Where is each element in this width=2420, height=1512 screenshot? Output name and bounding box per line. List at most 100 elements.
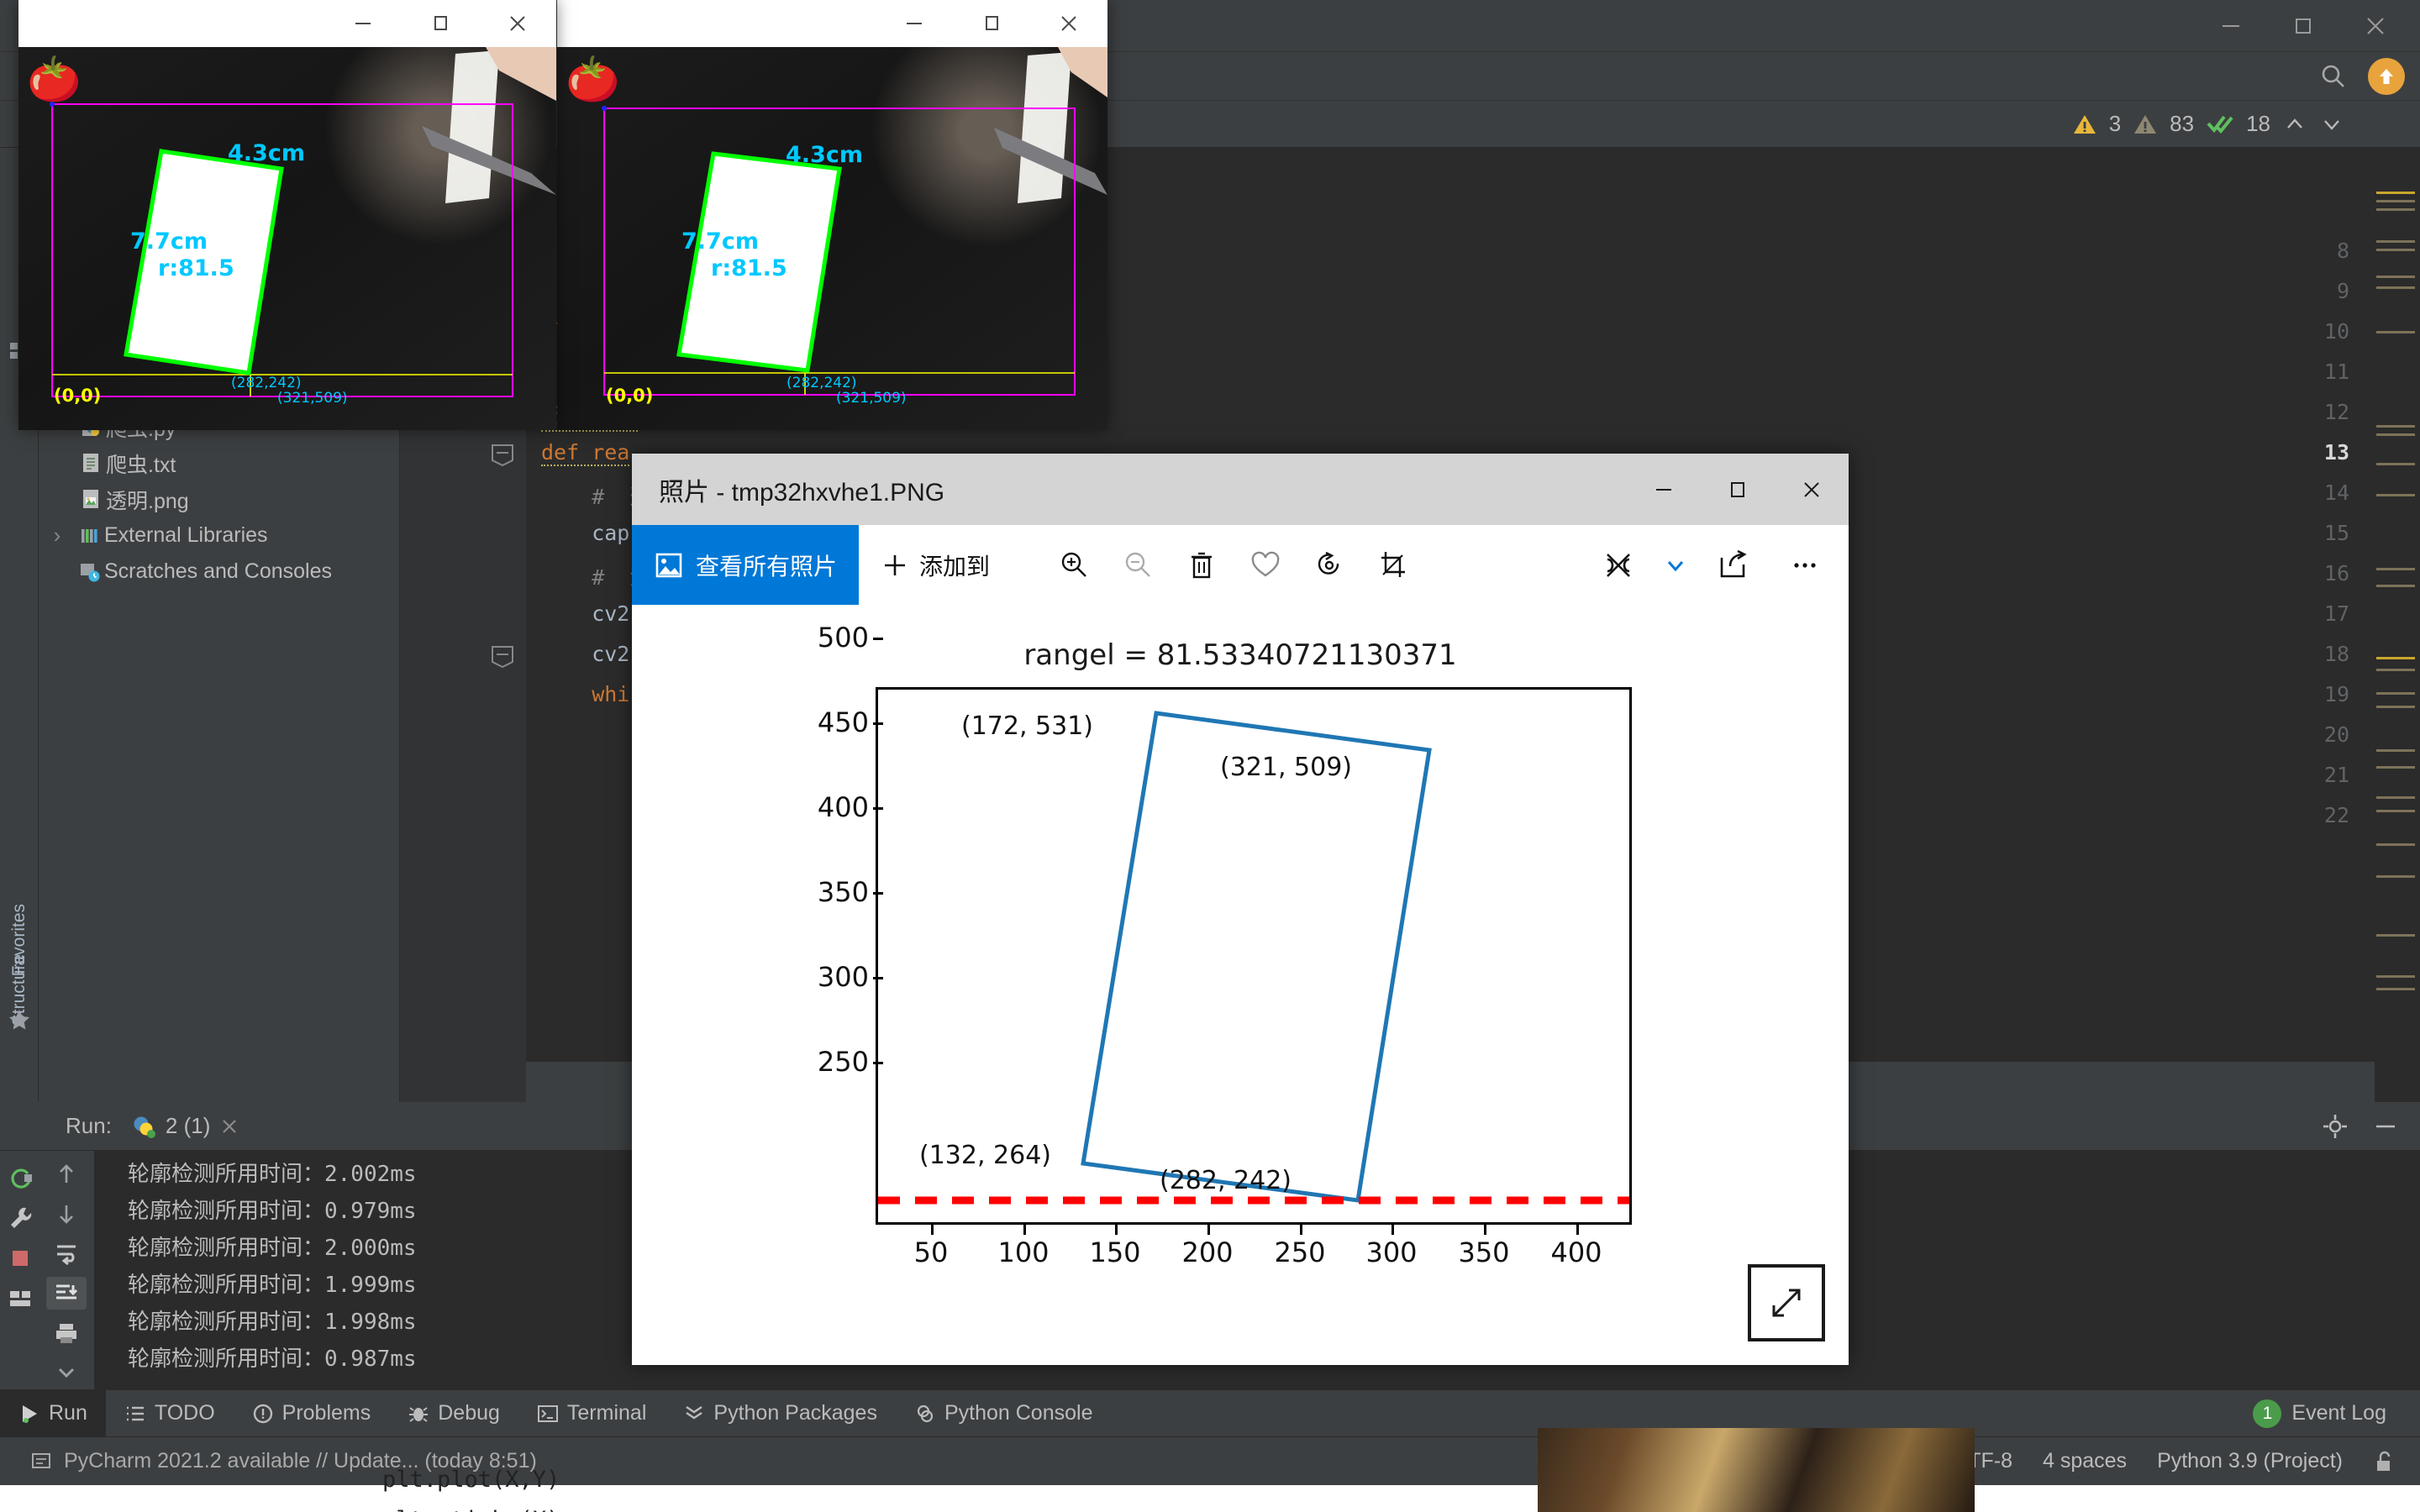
scroll-to-end-icon[interactable] <box>46 1277 87 1310</box>
view-all-photos-button[interactable]: 查看所有照片 <box>632 525 859 605</box>
delete-icon[interactable] <box>1170 533 1234 597</box>
hide-icon[interactable] <box>2371 1112 2400 1141</box>
expand-diagonal-icon[interactable] <box>1748 1264 1825 1341</box>
tool-button-run[interactable]: Run <box>0 1390 106 1437</box>
tool-button-todo[interactable]: TODO <box>106 1390 234 1437</box>
line-number: 11 <box>2324 360 2349 384</box>
lock-open-icon[interactable] <box>2373 1450 2395 1473</box>
tool-button-python-console[interactable]: Python Console <box>896 1390 1112 1437</box>
soft-wrap-icon[interactable] <box>46 1237 87 1270</box>
rail-favorites-label[interactable]: Favorites <box>9 904 29 976</box>
ide-maximize-button[interactable] <box>2267 0 2339 52</box>
down-arrow-icon[interactable] <box>46 1197 87 1230</box>
tree-item-scratches[interactable]: Scratches and Consoles <box>39 554 399 590</box>
plus-icon <box>881 551 909 580</box>
more-icon[interactable] <box>46 1357 87 1389</box>
svg-text:(321,509): (321,509) <box>836 390 907 407</box>
photos-app-window[interactable]: 照片 - tmp32hxvhe1.PNG 查 <box>632 454 1849 1365</box>
cv1-restore-button[interactable] <box>402 0 479 47</box>
favorite-icon[interactable] <box>1234 533 1297 597</box>
x-axis-tick-label: 400 <box>1550 1236 1602 1268</box>
zoom-in-icon[interactable] <box>1042 533 1106 597</box>
event-log-button[interactable]: 1 Event Log <box>2253 1399 2386 1428</box>
tree-item-label: 爬虫.txt <box>106 449 176 479</box>
fold-marker-icon[interactable] <box>491 444 514 467</box>
stop-icon[interactable] <box>0 1238 40 1278</box>
cv2-restore-button[interactable] <box>953 0 1030 47</box>
tool-button-python-packages[interactable]: Python Packages <box>665 1390 896 1437</box>
chevron-up-icon[interactable] <box>2282 112 2307 137</box>
rotate-icon[interactable] <box>1297 533 1361 597</box>
cv2-close-button[interactable] <box>1030 0 1107 47</box>
packages-icon <box>683 1403 705 1425</box>
ide-close-button[interactable] <box>2339 0 2412 52</box>
cv2-minimize-button[interactable] <box>876 0 953 47</box>
cv-window-2-image: 🍅 4.3cm 7.7cm r:81.5 (282,242) (321 <box>557 47 1107 430</box>
tool-button-label: Python Console <box>944 1401 1093 1425</box>
indent-setting[interactable]: 4 spaces <box>2043 1449 2127 1473</box>
cv-window-1[interactable]: 🍅 4.3cm 7.7cm r:81.5 (282,242) (321,509)… <box>18 0 556 430</box>
line-number: 21 <box>2324 763 2349 787</box>
bottom-tool-bar: Run TODO Problems Debug Terminal Python … <box>0 1389 2420 1436</box>
ide-minimize-button[interactable] <box>2195 0 2267 52</box>
line-number: 20 <box>2324 722 2349 747</box>
run-header-right <box>2321 1102 2400 1151</box>
x-axis-tick-label: 200 <box>1181 1236 1233 1268</box>
tree-item-6[interactable]: 爬虫.txt <box>39 445 399 481</box>
more-icon[interactable] <box>1773 533 1837 597</box>
search-icon[interactable] <box>2317 60 2349 92</box>
update-arrow-icon[interactable] <box>2368 58 2405 95</box>
python-interpreter[interactable]: Python 3.9 (Project) <box>2157 1449 2343 1473</box>
cv1-minimize-button[interactable] <box>324 0 402 47</box>
rerun-icon[interactable] <box>0 1158 40 1198</box>
chevron-down-icon[interactable] <box>1659 533 1692 597</box>
tool-button-terminal[interactable]: Terminal <box>518 1390 665 1437</box>
run-actions-toolbar <box>0 1151 39 1389</box>
tree-expand-arrow[interactable]: › <box>39 522 76 549</box>
cv1-close-button[interactable] <box>479 0 556 47</box>
code-line: whi <box>541 682 629 706</box>
matplotlib-chart: rangel = 81.53340721130371 250 300 350 4… <box>632 605 1849 1327</box>
line-number: 15 <box>2324 521 2349 545</box>
editor-scrollbar[interactable] <box>2375 148 2420 1102</box>
y-axis-tick-label: 300 <box>818 961 869 993</box>
tool-button-problems[interactable]: Problems <box>234 1390 390 1437</box>
chevron-down-icon[interactable] <box>2319 112 2344 137</box>
photos-minimize-button[interactable] <box>1627 454 1701 525</box>
line-number: 14 <box>2324 480 2349 505</box>
point-annotation: (132, 264) <box>919 1141 1051 1170</box>
up-arrow-icon[interactable] <box>46 1158 87 1190</box>
x-axis-tick-label: 300 <box>1365 1236 1417 1268</box>
tree-item-label: 透明.png <box>106 485 189 515</box>
line-number: 18 <box>2324 642 2349 666</box>
print-icon[interactable] <box>46 1316 87 1349</box>
add-to-button[interactable]: 添加到 <box>859 549 1012 582</box>
y-axis-tick-label: 500 <box>818 622 869 654</box>
cv-window-1-image: 🍅 4.3cm 7.7cm r:81.5 (282,242) (321,509)… <box>18 47 556 430</box>
svg-text:(282,242): (282,242) <box>231 375 302 391</box>
tree-item-7[interactable]: 透明.png <box>39 481 399 517</box>
run-label: Run: <box>66 1113 112 1139</box>
code-line: def rea <box>541 440 629 466</box>
gear-icon[interactable] <box>2321 1112 2349 1141</box>
line-number: 17 <box>2324 601 2349 626</box>
inspection-widget[interactable]: 3 83 18 <box>2072 111 2344 137</box>
tool-button-debug[interactable]: Debug <box>389 1390 518 1437</box>
photo-viewer-canvas[interactable]: rangel = 81.53340721130371 250 300 350 4… <box>632 605 1849 1365</box>
photos-close-button[interactable] <box>1775 454 1849 525</box>
settings-wrench-icon[interactable] <box>0 1198 40 1238</box>
favorites-star-icon[interactable] <box>8 1008 31 1032</box>
share-icon[interactable] <box>1701 533 1765 597</box>
photos-restore-button[interactable] <box>1701 454 1775 525</box>
crop-icon[interactable] <box>1361 533 1425 597</box>
run-tab[interactable]: 2 (1) <box>124 1113 247 1140</box>
edit-create-icon[interactable] <box>1586 533 1650 597</box>
chart-title: rangel = 81.53340721130371 <box>632 638 1849 672</box>
tree-item-external-libraries[interactable]: › External Libraries <box>39 517 399 554</box>
fold-marker-icon[interactable] <box>491 645 514 669</box>
zoom-out-icon[interactable] <box>1106 533 1170 597</box>
close-icon[interactable] <box>218 1116 240 1137</box>
cv-window-2[interactable]: 🍅 4.3cm 7.7cm r:81.5 (282,242) (321 <box>557 0 1107 430</box>
python-console-icon <box>914 1403 936 1425</box>
layout-icon[interactable] <box>0 1278 40 1319</box>
